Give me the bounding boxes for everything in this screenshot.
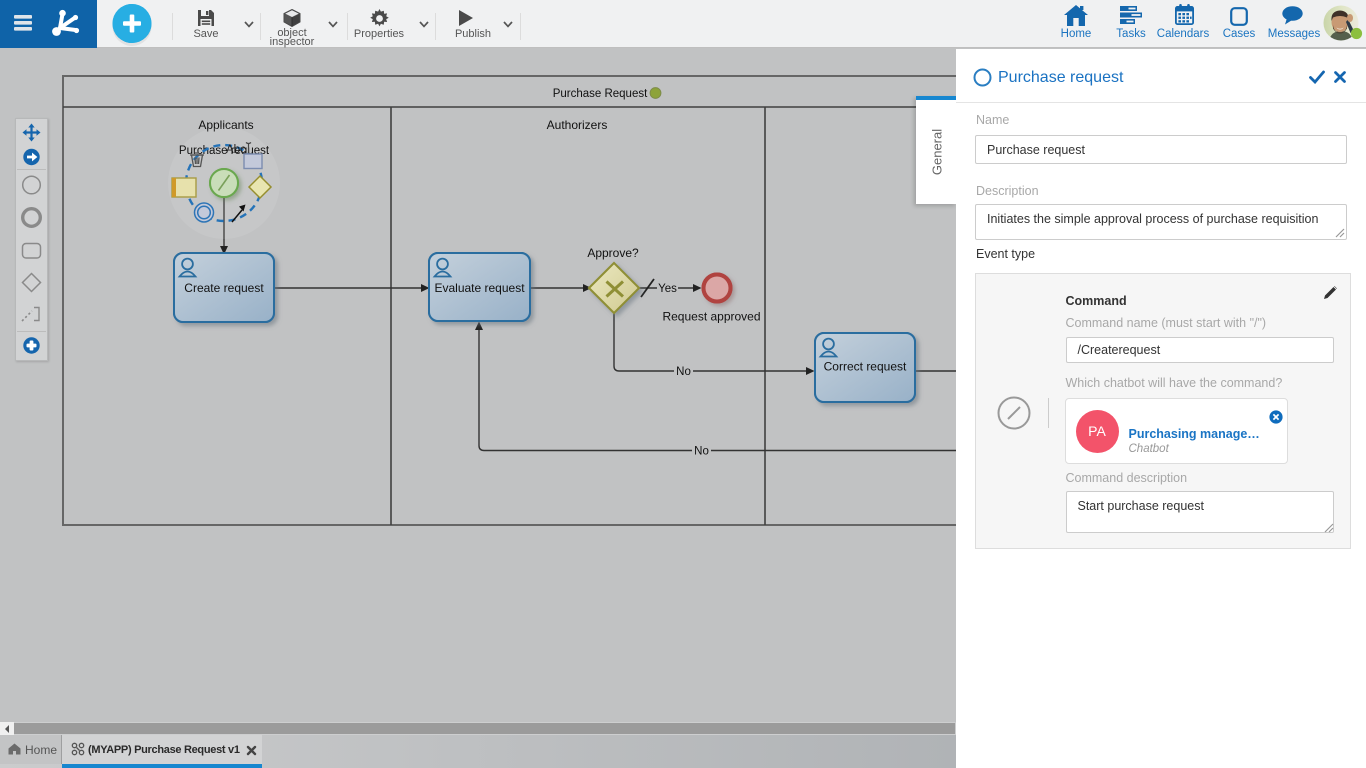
svg-text:Create request: Create request bbox=[184, 281, 264, 295]
svg-text:Correct request: Correct request bbox=[824, 360, 907, 374]
svg-text:Abc: Abc bbox=[226, 144, 246, 156]
svg-text:No: No bbox=[694, 446, 709, 458]
svg-text:Purchase Request: Purchase Request bbox=[553, 88, 648, 100]
svg-text:Yes: Yes bbox=[658, 283, 677, 295]
svg-text:Approve?: Approve? bbox=[587, 246, 639, 260]
svg-text:No: No bbox=[676, 366, 691, 378]
svg-text:Evaluate request: Evaluate request bbox=[434, 281, 525, 295]
svg-text:Request approved: Request approved bbox=[662, 310, 760, 324]
svg-text:Authorizers: Authorizers bbox=[547, 118, 608, 132]
